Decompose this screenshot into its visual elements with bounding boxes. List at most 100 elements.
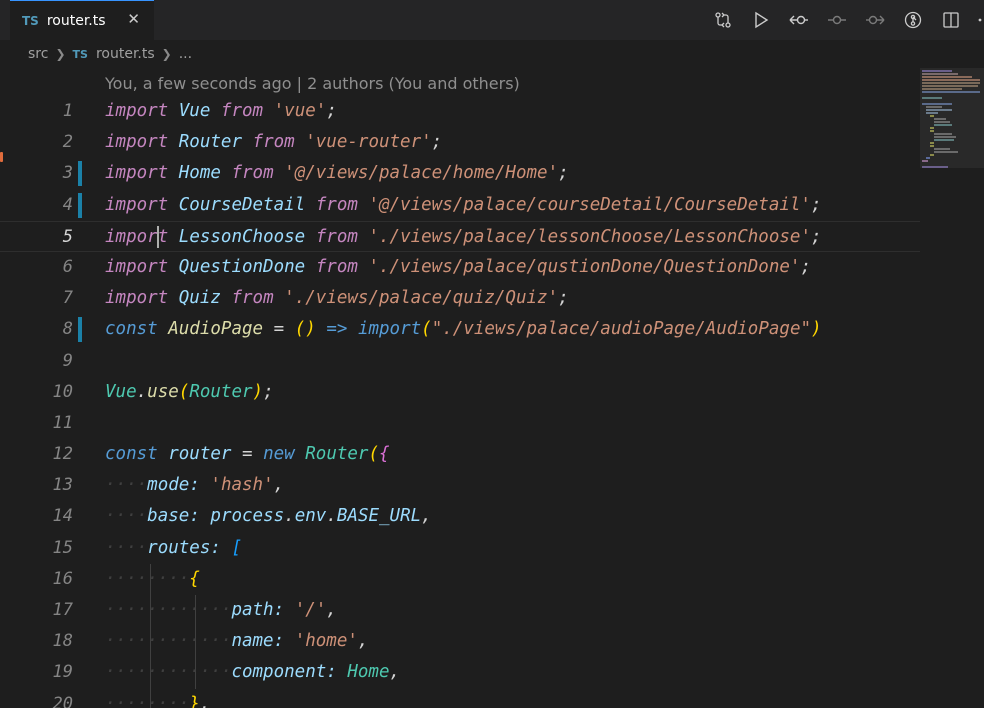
tab-bar: TS router.ts ✕ <box>0 0 984 40</box>
breadcrumb-file[interactable]: router.ts <box>96 46 155 62</box>
code-line: 6 import QuestionDone from './views/pala… <box>0 252 920 283</box>
editor-actions <box>704 0 984 40</box>
code-text: ····mode: 'hash', <box>105 475 285 496</box>
previous-change-icon[interactable] <box>818 0 856 40</box>
minimap-line <box>930 154 934 156</box>
line-number: 12 <box>52 444 73 465</box>
minimap-line <box>922 76 972 78</box>
breadcrumb-folder[interactable]: src <box>28 46 48 62</box>
error-marker <box>0 152 3 162</box>
breadcrumb-symbols[interactable]: ... <box>179 46 192 62</box>
code-line: 10 Vue.use(Router); <box>0 377 920 408</box>
minimap[interactable] <box>920 68 984 708</box>
line-number: 14 <box>52 506 73 527</box>
chevron-right-icon: ❯ <box>55 47 66 61</box>
code-text: import Home from '@/views/palace/home/Ho… <box>105 163 569 184</box>
minimap-line <box>922 166 948 168</box>
minimap-line <box>922 85 978 87</box>
minimap-line <box>930 130 934 132</box>
minimap-line <box>930 127 934 129</box>
minimap-line <box>934 124 952 126</box>
line-number: 9 <box>62 350 73 371</box>
tab-label: router.ts <box>46 12 106 29</box>
code-line: 8 const AudioPage = () => import("./view… <box>0 314 920 345</box>
modified-line-indicator[interactable] <box>78 317 82 343</box>
line-number: 8 <box>62 319 73 340</box>
minimap-line <box>926 157 930 159</box>
code-line: 20 ········}, <box>0 688 920 708</box>
line-number: 3 <box>62 163 73 184</box>
blame-icon[interactable] <box>894 0 932 40</box>
code-text: import Vue from 'vue'; <box>105 101 337 121</box>
code-text: ····routes: [ <box>105 537 243 558</box>
minimap-line <box>922 82 980 84</box>
run-icon[interactable] <box>742 0 780 40</box>
minimap-line <box>930 115 934 117</box>
typescript-file-icon: TS <box>72 47 88 61</box>
minimap-line <box>930 142 934 144</box>
code-text: ········}, <box>105 693 211 708</box>
code-line: 1 import Vue from 'vue'; <box>0 96 920 127</box>
close-icon[interactable]: ✕ <box>127 10 140 28</box>
modified-line-indicator[interactable] <box>78 161 82 187</box>
code-line: 12 const router = new Router({ <box>0 439 920 470</box>
code-line: 11 <box>0 408 920 439</box>
minimap-line <box>934 118 946 120</box>
line-number: 5 <box>62 226 73 247</box>
code-line: 3 import Home from '@/views/palace/home/… <box>0 158 920 189</box>
line-number: 6 <box>62 256 73 277</box>
more-icon[interactable] <box>970 0 984 40</box>
line-number: 2 <box>62 132 73 153</box>
code-lines: 1 import Vue from 'vue'; 2 import Router… <box>0 96 920 708</box>
minimap-line <box>922 91 980 93</box>
code-line: 9 <box>0 346 920 377</box>
code-editor[interactable]: You, a few seconds ago | 2 authors (You … <box>0 68 920 708</box>
minimap-line <box>926 106 942 108</box>
code-line: 2 import Router from 'vue-router'; <box>0 127 920 158</box>
line-number: 13 <box>52 475 73 496</box>
split-editor-icon[interactable] <box>932 0 970 40</box>
minimap-line <box>934 151 958 153</box>
code-text: import QuestionDone from './views/palace… <box>105 256 811 277</box>
next-change-icon[interactable] <box>856 0 894 40</box>
code-text: ············component: Home, <box>105 662 401 683</box>
go-back-icon[interactable] <box>780 0 818 40</box>
code-text: ········{ <box>105 568 200 589</box>
modified-line-indicator[interactable] <box>78 192 82 218</box>
minimap-line <box>922 70 952 72</box>
line-number: 16 <box>52 568 73 589</box>
typescript-file-icon: TS <box>22 13 39 28</box>
code-line: 4 import CourseDetail from '@/views/pala… <box>0 190 920 221</box>
line-number: 1 <box>62 101 73 121</box>
minimap-line <box>922 79 980 81</box>
line-number: 10 <box>52 381 73 402</box>
line-number: 19 <box>52 662 73 683</box>
git-blame-codelens[interactable]: You, a few seconds ago | 2 authors (You … <box>105 74 520 93</box>
minimap-line <box>934 133 952 135</box>
tab-router-ts[interactable]: TS router.ts ✕ <box>10 0 154 40</box>
code-text: import Quiz from './views/palace/quiz/Qu… <box>105 288 569 309</box>
minimap-line <box>922 160 928 162</box>
chevron-right-icon: ❯ <box>161 47 172 61</box>
code-line: 14 ····base: process.env.BASE_URL, <box>0 501 920 532</box>
minimap-line <box>922 73 958 75</box>
minimap-line <box>922 88 962 90</box>
minimap-line <box>926 112 938 114</box>
code-text: ····base: process.env.BASE_URL, <box>105 506 432 527</box>
code-line: 13 ····mode: 'hash', <box>0 470 920 501</box>
minimap-line <box>922 97 942 99</box>
line-number: 7 <box>62 288 73 309</box>
code-line: 18 ············name: 'home', <box>0 626 920 658</box>
code-line-current: 5 import LessonChoose from './views/pala… <box>0 220 920 252</box>
code-text: import CourseDetail from '@/views/palace… <box>105 194 822 215</box>
code-text: Vue.use(Router); <box>105 381 274 402</box>
code-text: ············path: '/', <box>105 600 337 620</box>
code-line: 15 ····routes: [ <box>0 533 920 564</box>
line-number: 20 <box>52 693 73 708</box>
open-changes-icon[interactable] <box>704 0 742 40</box>
code-text: import LessonChoose from './views/palace… <box>105 225 822 248</box>
code-line: 19 ············component: Home, <box>0 657 920 689</box>
line-number: 4 <box>62 194 73 215</box>
minimap-line <box>922 103 952 105</box>
code-text: import Router from 'vue-router'; <box>105 132 443 153</box>
